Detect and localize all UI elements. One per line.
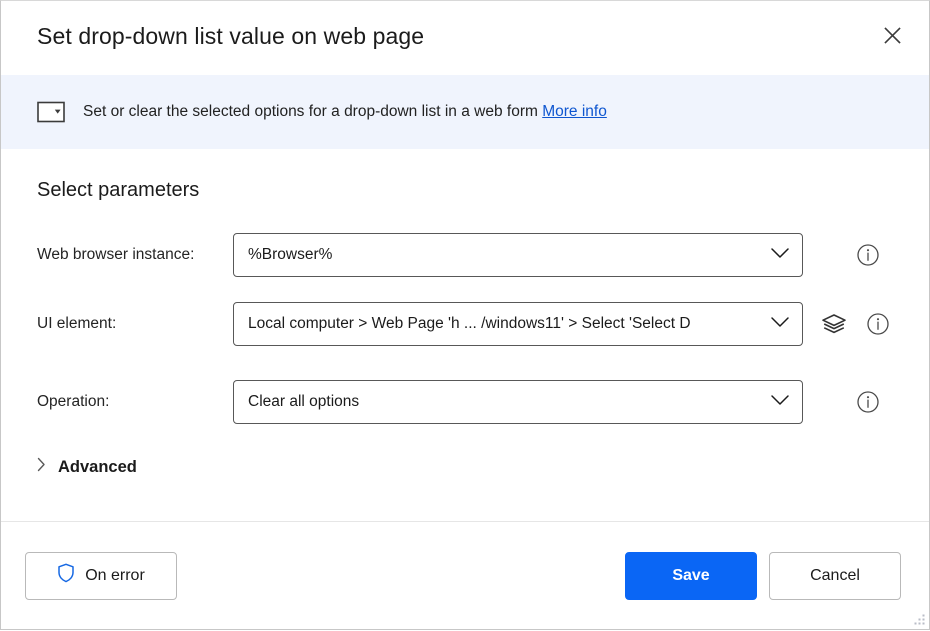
info-glyph <box>866 312 890 336</box>
dialog-body: Select parameters Web browser instance: … <box>1 149 929 521</box>
chevron-down-icon <box>770 246 790 264</box>
chevron-right-icon <box>37 457 46 477</box>
advanced-label: Advanced <box>58 458 137 477</box>
field-row-web-browser-instance: Web browser instance: %Browser% <box>37 233 893 277</box>
row-2-side-icons <box>803 307 895 341</box>
close-icon[interactable] <box>869 14 915 56</box>
layers-icon[interactable] <box>817 307 851 341</box>
ui-element-value: Local computer > Web Page 'h ... /window… <box>248 315 691 333</box>
field-row-ui-element: UI element: Local computer > Web Page 'h… <box>37 302 893 346</box>
save-button[interactable]: Save <box>625 552 757 600</box>
operation-value: Clear all options <box>248 393 359 411</box>
chevron-down-icon <box>770 393 790 411</box>
ui-element-combobox[interactable]: Local computer > Web Page 'h ... /window… <box>233 302 803 346</box>
info-banner-description: Set or clear the selected options for a … <box>83 103 538 120</box>
dialog-window: Set drop-down list value on web page Set… <box>0 0 930 630</box>
chevron-down-icon <box>770 315 790 333</box>
on-error-label: On error <box>85 567 145 585</box>
row-3-side-icons <box>803 385 885 419</box>
section-title: Select parameters <box>37 179 199 202</box>
layers-glyph <box>821 312 847 336</box>
resize-grip-icon <box>912 612 926 626</box>
dropdown-list-icon <box>37 101 67 123</box>
field-row-operation: Operation: Clear all options <box>37 380 893 424</box>
row-1-side-icons <box>803 238 885 272</box>
advanced-section-toggle[interactable]: Advanced <box>37 457 137 477</box>
info-icon-operation[interactable] <box>851 385 885 419</box>
resize-grip-glyph <box>912 612 926 626</box>
more-info-link[interactable]: More info <box>542 103 607 120</box>
info-icon-ui-element[interactable] <box>861 307 895 341</box>
dialog-footer: On error Save Cancel <box>1 521 929 629</box>
page-title: Set drop-down list value on web page <box>37 23 424 50</box>
info-icon-web-browser-instance[interactable] <box>851 238 885 272</box>
info-glyph <box>856 390 880 414</box>
info-glyph <box>856 243 880 267</box>
web-browser-instance-value: %Browser% <box>248 246 332 264</box>
info-banner-text: Set or clear the selected options for a … <box>83 103 607 121</box>
label-web-browser-instance: Web browser instance: <box>37 246 233 264</box>
on-error-button[interactable]: On error <box>25 552 177 600</box>
label-ui-element: UI element: <box>37 315 233 333</box>
cancel-button[interactable]: Cancel <box>769 552 901 600</box>
web-browser-instance-combobox[interactable]: %Browser% <box>233 233 803 277</box>
shield-glyph <box>57 563 75 583</box>
title-bar: Set drop-down list value on web page <box>1 1 929 75</box>
label-operation: Operation: <box>37 393 233 411</box>
close-glyph <box>884 27 901 44</box>
operation-combobox[interactable]: Clear all options <box>233 380 803 424</box>
info-banner: Set or clear the selected options for a … <box>1 75 929 149</box>
shield-icon <box>57 563 75 588</box>
dropdown-list-glyph <box>37 101 67 123</box>
